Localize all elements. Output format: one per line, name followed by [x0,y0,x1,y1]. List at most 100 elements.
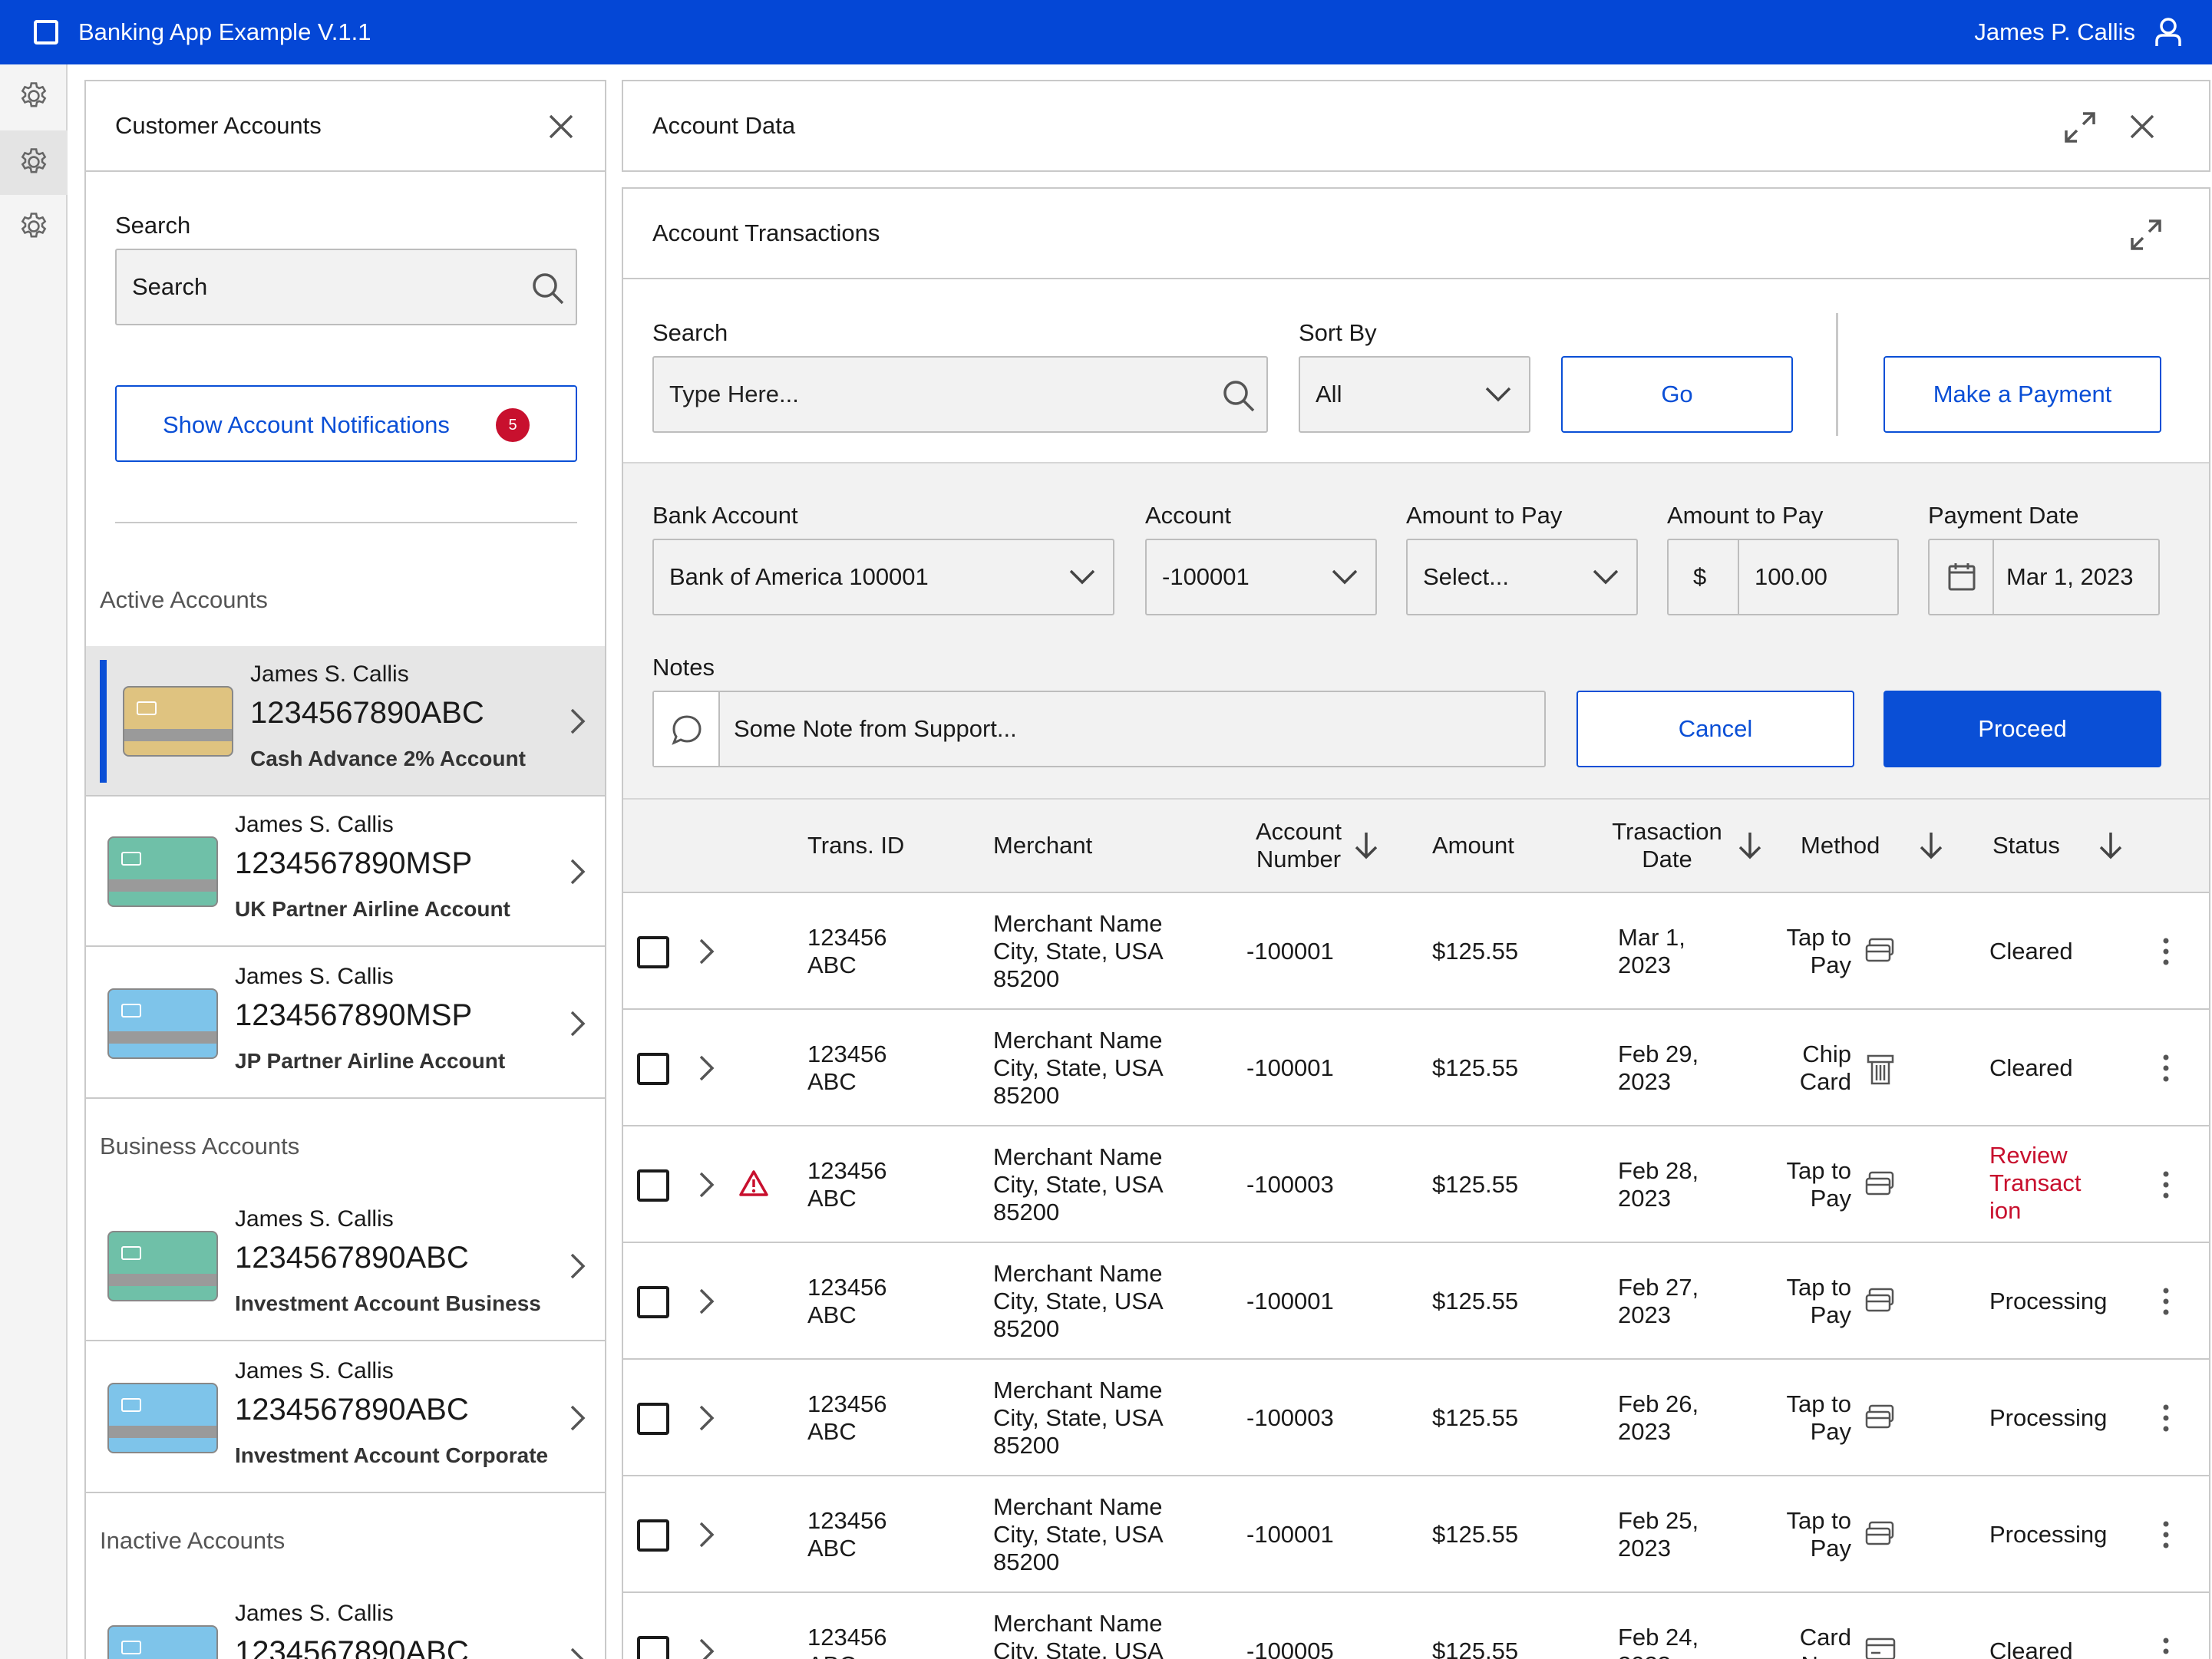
customer-accounts-panel: Customer Accounts Search Search Show Acc… [84,80,606,1659]
sort-select[interactable]: All [1299,356,1530,433]
chevron-right-icon[interactable] [570,1404,586,1432]
amount-input[interactable]: $ 100.00 [1667,539,1899,615]
col-merchant[interactable]: Merchant [993,832,1092,859]
account-card[interactable]: James S. Callis 1234567890ABC Investment A… [86,1191,605,1341]
row-checkbox[interactable] [637,1403,669,1435]
table-row[interactable]: 123456ABC Merchant NameCity, State, USA85… [623,1243,2209,1360]
chevron-right-icon[interactable] [570,707,586,735]
row-checkbox[interactable] [637,1286,669,1318]
more-options-icon[interactable] [2163,938,2169,965]
sort-arrow-icon[interactable] [1352,830,1380,861]
row-checkbox[interactable] [637,1169,669,1202]
row-checkbox[interactable] [637,936,669,968]
chevron-right-icon[interactable] [570,858,586,886]
row-checkbox[interactable] [637,1636,669,1659]
search-icon[interactable] [531,272,565,305]
tap-payment-icon [1865,938,1896,964]
calendar-icon[interactable] [1948,562,1976,591]
calendar-prefix [1930,540,1994,614]
trans-search-input[interactable]: Type Here... [652,356,1268,433]
account-card[interactable]: James S. Callis 1234567890MSP JP Partner A… [86,948,605,1099]
credit-card-icon [107,1231,218,1301]
method: Tap to Pay [1786,924,1851,978]
more-options-icon[interactable] [2163,1521,2169,1549]
account-holder: James S. Callis [250,661,409,687]
status: Cleared [1989,1054,2073,1082]
currency-prefix: $ [1669,540,1739,614]
more-options-icon[interactable] [2163,1054,2169,1082]
account-search-input[interactable]: Search [115,249,577,325]
credit-card-icon [107,836,218,907]
make-payment-button[interactable]: Make a Payment [1884,356,2161,433]
col-trans-id[interactable]: Trans. ID [807,832,904,859]
col-method[interactable]: Method [1801,832,1880,859]
show-notifications-button[interactable]: Show Account Notifications 5 [115,385,577,462]
user-icon[interactable] [2154,17,2183,48]
trans-search-label: Search [652,319,728,346]
table-row[interactable]: 123456ABC Merchant NameCity, State, USA85… [623,893,2209,1010]
proceed-button[interactable]: Proceed [1884,691,2161,767]
merchant: Merchant NameCity, State, USA85200 [993,1610,1164,1659]
sort-arrow-icon[interactable] [1917,830,1945,861]
close-icon[interactable] [2129,114,2155,140]
account-select[interactable]: -100001 [1145,539,1377,615]
section-active: Active Accounts [100,586,268,613]
merchant: Merchant NameCity, State, USA85200 [993,910,1164,992]
table-row[interactable]: 123456ABC Merchant NameCity, State, USA85… [623,1476,2209,1593]
app-menu-icon[interactable] [34,20,58,45]
col-amount[interactable]: Amount [1432,832,1514,859]
amount: $125.55 [1432,1288,1519,1314]
chevron-right-icon[interactable] [570,1647,586,1659]
chevron-right-icon[interactable] [698,1054,715,1082]
notes-input[interactable]: Some Note from Support... [652,691,1546,767]
account-card[interactable]: James S. Callis 1234567890ABC Cash Advance… [86,646,605,797]
transaction-date: Feb 24,2023 [1618,1624,1699,1659]
chevron-right-icon[interactable] [698,1288,715,1315]
amount-select[interactable]: Select... [1406,539,1638,615]
table-row[interactable]: 123456ABC Merchant NameCity, State, USA85… [623,1010,2209,1126]
gear-icon[interactable] [17,79,51,113]
account-number: -100005 [1246,1638,1334,1659]
chevron-right-icon[interactable] [698,1638,715,1659]
more-options-icon[interactable] [2163,1404,2169,1432]
table-row[interactable]: 123456ABC Merchant NameCity, State, USA85… [623,1360,2209,1476]
table-row[interactable]: 123456ABC Merchant NameCity, State, USA85… [623,1126,2209,1243]
search-icon[interactable] [1222,379,1256,413]
chevron-right-icon[interactable] [570,1010,586,1037]
more-options-icon[interactable] [2163,1288,2169,1315]
table-row[interactable]: 123456ABC Merchant NameCity, State, USA85… [623,1593,2209,1659]
chevron-right-icon[interactable] [698,938,715,965]
col-status[interactable]: Status [1992,832,2060,859]
row-checkbox[interactable] [637,1519,669,1552]
expand-icon[interactable] [2063,110,2097,144]
payment-date-input[interactable]: Mar 1, 2023 [1928,539,2160,615]
transactions-header: Account Transactions [623,189,2209,279]
sort-arrow-icon[interactable] [1736,830,1764,861]
account-type: JP Partner Airline Account [235,1049,506,1073]
account-card[interactable]: James S. Callis 1234567890ABC [86,1585,605,1659]
chevron-right-icon[interactable] [698,1521,715,1549]
close-icon[interactable] [548,114,574,140]
row-checkbox[interactable] [637,1053,669,1085]
sort-arrow-icon[interactable] [2097,830,2125,861]
gear-icon[interactable] [17,145,51,179]
col-transaction-date[interactable]: Trasaction Date [1590,818,1744,873]
account-number: 1234567890MSP [235,998,473,1032]
user-name[interactable]: James P. Callis [1974,15,2135,49]
bank-account-select[interactable]: Bank of America 100001 [652,539,1114,615]
account-card[interactable]: James S. Callis 1234567890MSP UK Partner A… [86,797,605,947]
bank-account-value: Bank of America 100001 [669,563,929,590]
account-label: Account [1145,502,1232,529]
chevron-right-icon[interactable] [698,1404,715,1432]
chevron-right-icon[interactable] [698,1171,715,1199]
tap-payment-icon [1865,1404,1896,1430]
more-options-icon[interactable] [2163,1171,2169,1199]
account-number: 1234567890ABC [235,1241,469,1275]
expand-icon[interactable] [2129,218,2163,252]
go-button[interactable]: Go [1561,356,1793,433]
account-card[interactable]: James S. Callis 1234567890ABC Investment A… [86,1343,605,1493]
gear-icon[interactable] [17,209,51,243]
chevron-right-icon[interactable] [570,1252,586,1280]
more-options-icon[interactable] [2163,1638,2169,1659]
cancel-button[interactable]: Cancel [1576,691,1854,767]
